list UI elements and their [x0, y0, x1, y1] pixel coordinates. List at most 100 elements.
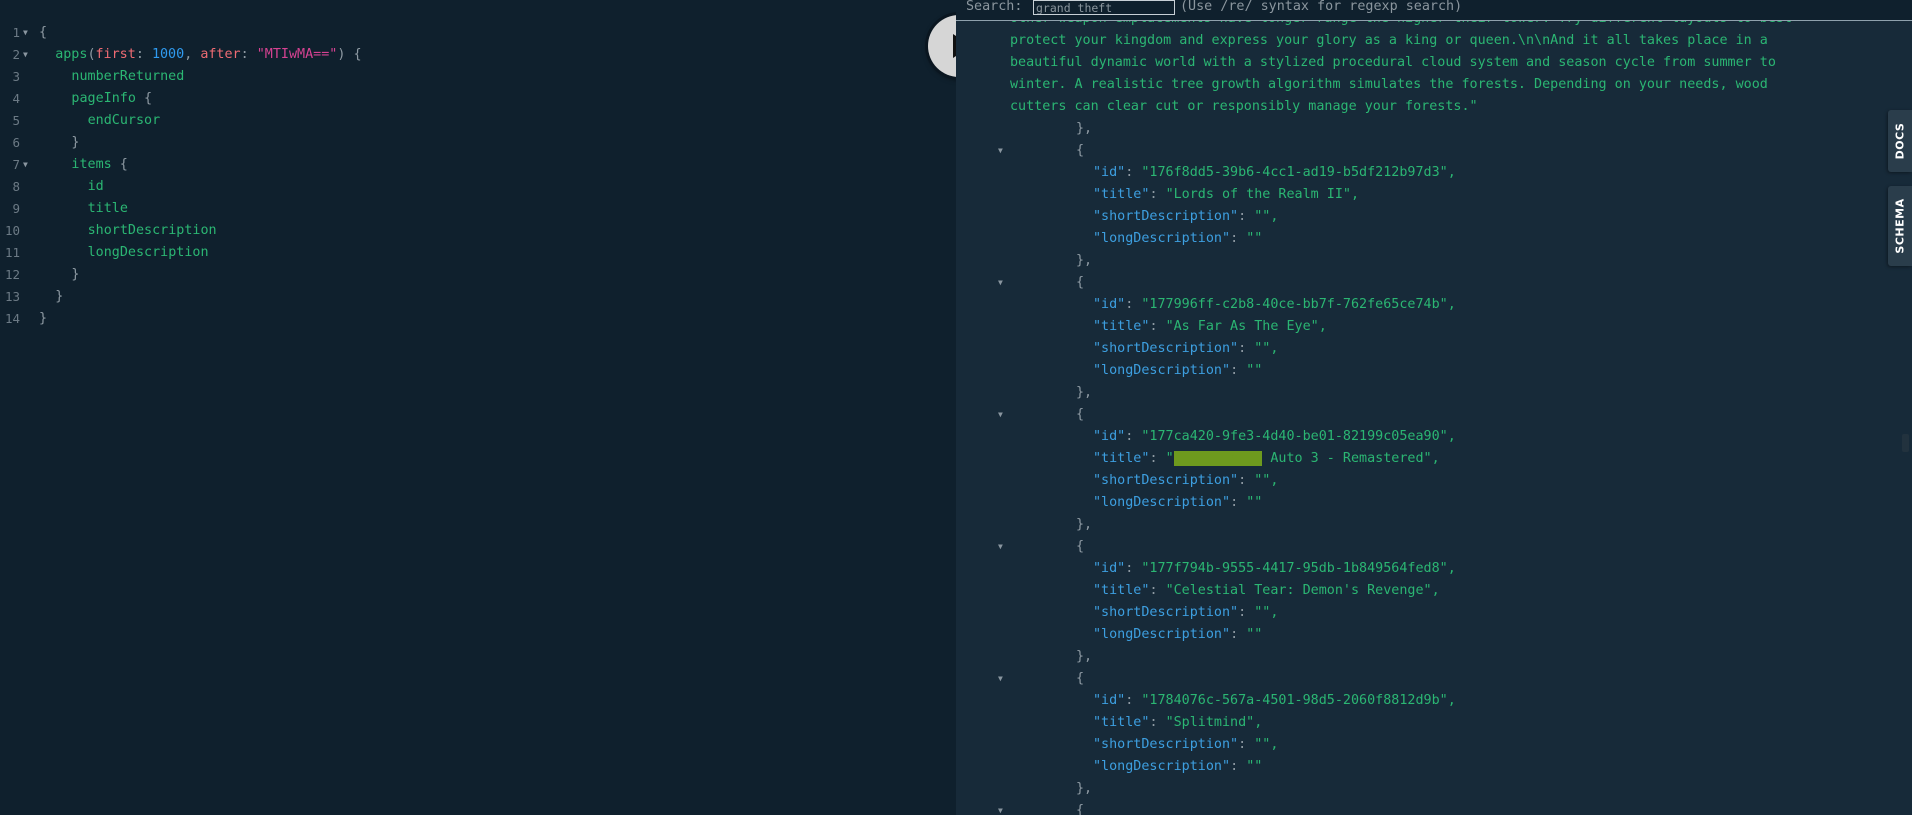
- colon: :: [1149, 187, 1166, 202]
- json-key: "id": [1093, 429, 1126, 444]
- json-key: "id": [1093, 165, 1126, 180]
- open-brace: {: [1076, 275, 1085, 290]
- code-token: {: [135, 91, 153, 106]
- item-title: "Lords of the Realm II",: [1165, 187, 1360, 202]
- result-scrollbar[interactable]: [1902, 434, 1909, 452]
- fold-arrow-icon[interactable]: ▼: [998, 279, 1003, 287]
- item-id: "177f794b-9555-4417-95db-1b849564fed8",: [1141, 561, 1456, 576]
- item-short-description: "",: [1254, 341, 1279, 356]
- item-short-description: "",: [1254, 737, 1279, 752]
- item-open-line: {: [1076, 800, 1084, 815]
- code-token: endCursor: [87, 113, 161, 128]
- fold-arrow-icon[interactable]: ▼: [998, 675, 1003, 683]
- json-key: "shortDescription": [1093, 209, 1239, 224]
- fold-arrow-icon[interactable]: ▼: [23, 22, 28, 44]
- close-brace: },: [1076, 649, 1093, 664]
- code-text: numberReturned: [71, 66, 184, 88]
- line-number: 13: [4, 289, 20, 304]
- code-token: ,: [184, 47, 201, 62]
- line-number: 1: [12, 25, 20, 40]
- item-id: "176f8dd5-39b6-4cc1-ad19-b5df212b97d3",: [1141, 165, 1456, 180]
- open-brace: {: [1076, 671, 1085, 686]
- short-description-line: "shortDescription": "",: [1093, 602, 1278, 624]
- colon: :: [1238, 737, 1255, 752]
- query-editor[interactable]: 1 ▼{2 ▼ apps(first: 1000, after: "MTIwMA=="…: [0, 0, 956, 815]
- long-description-line: "longDescription": "": [1093, 492, 1262, 514]
- short-description-line: "shortDescription": "",: [1093, 734, 1278, 756]
- code-token: pageInfo: [71, 91, 136, 106]
- code-text: items {: [71, 154, 127, 176]
- line-number: 9: [12, 201, 20, 216]
- line-number: 6: [12, 135, 20, 150]
- json-key: "title": [1093, 451, 1150, 466]
- json-key: "title": [1093, 583, 1150, 598]
- id-line: "id": "176f8dd5-39b6-4cc1-ad19-b5df212b9…: [1093, 162, 1456, 184]
- title-line: "title": "Splitmind",: [1093, 712, 1262, 734]
- close-brace: },: [1076, 121, 1093, 136]
- description-line: protect your kingdom and express your gl…: [1010, 30, 1768, 52]
- code-token: shortDescription: [87, 223, 217, 238]
- result-viewer[interactable]: Search: (Use /re/ syntax for regexp sear…: [956, 0, 1912, 815]
- fold-arrow-icon[interactable]: ▼: [23, 154, 28, 176]
- json-key: "shortDescription": [1093, 605, 1239, 620]
- colon: :: [1238, 605, 1255, 620]
- result-line: },: [1076, 646, 1092, 668]
- colon: :: [1149, 319, 1166, 334]
- description-text: cutters can clear cut or responsibly man…: [1010, 99, 1478, 114]
- item-long-description: "": [1246, 759, 1263, 774]
- fold-arrow-icon[interactable]: ▼: [998, 543, 1003, 551]
- colon: :: [1149, 715, 1166, 730]
- code-token: }: [71, 135, 80, 150]
- item-id: "177996ff-c2b8-40ce-bb7f-762fe65ce74b",: [1141, 297, 1456, 312]
- fold-arrow-icon[interactable]: ▼: [998, 411, 1003, 419]
- close-brace: },: [1076, 517, 1093, 532]
- item-title: "Celestial Tear: Demon's Revenge",: [1165, 583, 1440, 598]
- item-id: "177ca420-9fe3-4d40-be01-82199c05ea90",: [1141, 429, 1456, 444]
- open-brace: {: [1076, 143, 1085, 158]
- item-id: "1784076c-567a-4501-98d5-2060f8812d9b",: [1141, 693, 1456, 708]
- line-number: 4: [12, 91, 20, 106]
- code-token: :: [135, 47, 152, 62]
- json-key: "longDescription": [1093, 627, 1231, 642]
- item-short-description: "",: [1254, 605, 1279, 620]
- item-short-description: "",: [1254, 209, 1279, 224]
- result-line: },: [1076, 250, 1092, 272]
- item-title: "Splitmind",: [1165, 715, 1263, 730]
- colon: :: [1238, 209, 1255, 224]
- colon: :: [1125, 297, 1142, 312]
- result-line: },: [1076, 778, 1092, 800]
- fold-arrow-icon[interactable]: ▼: [998, 147, 1003, 155]
- code-token: ) {: [337, 47, 362, 62]
- short-description-line: "shortDescription": "",: [1093, 338, 1278, 360]
- colon: :: [1125, 561, 1142, 576]
- json-key: "id": [1093, 297, 1126, 312]
- code-token: }: [55, 289, 64, 304]
- line-number: 8: [12, 179, 20, 194]
- search-match-highlight: Grand Theft: [1173, 451, 1263, 466]
- code-token: after: [200, 47, 241, 62]
- code-token: id: [87, 179, 104, 194]
- id-line: "id": "1784076c-567a-4501-98d5-2060f8812…: [1093, 690, 1456, 712]
- schema-tab[interactable]: SCHEMA: [1888, 186, 1912, 266]
- open-brace: {: [1076, 539, 1085, 554]
- id-line: "id": "177ca420-9fe3-4d40-be01-82199c05e…: [1093, 426, 1456, 448]
- description-text: beautiful dynamic world with a stylized …: [1010, 55, 1776, 70]
- item-short-description: "",: [1254, 473, 1279, 488]
- fold-arrow-icon[interactable]: ▼: [23, 44, 28, 66]
- item-title-rest: Auto 3 - Remastered",: [1262, 451, 1440, 466]
- item-long-description: "": [1246, 363, 1263, 378]
- item-open-line: {: [1076, 404, 1084, 426]
- json-key: "title": [1093, 187, 1150, 202]
- line-number: 11: [4, 245, 20, 260]
- line-number: 7: [12, 157, 20, 172]
- fold-arrow-icon[interactable]: ▼: [998, 807, 1003, 815]
- json-key: "shortDescription": [1093, 473, 1239, 488]
- code-text: title: [88, 198, 128, 220]
- long-description-line: "longDescription": "": [1093, 360, 1262, 382]
- item-long-description: "": [1246, 627, 1263, 642]
- title-line: "title": "Celestial Tear: Demon's Reveng…: [1093, 580, 1440, 602]
- code-token: "MTIwMA==": [256, 47, 338, 62]
- code-text: apps(first: 1000, after: "MTIwMA==") {: [55, 44, 361, 66]
- docs-tab[interactable]: DOCS: [1888, 110, 1912, 172]
- search-input[interactable]: [1033, 0, 1175, 15]
